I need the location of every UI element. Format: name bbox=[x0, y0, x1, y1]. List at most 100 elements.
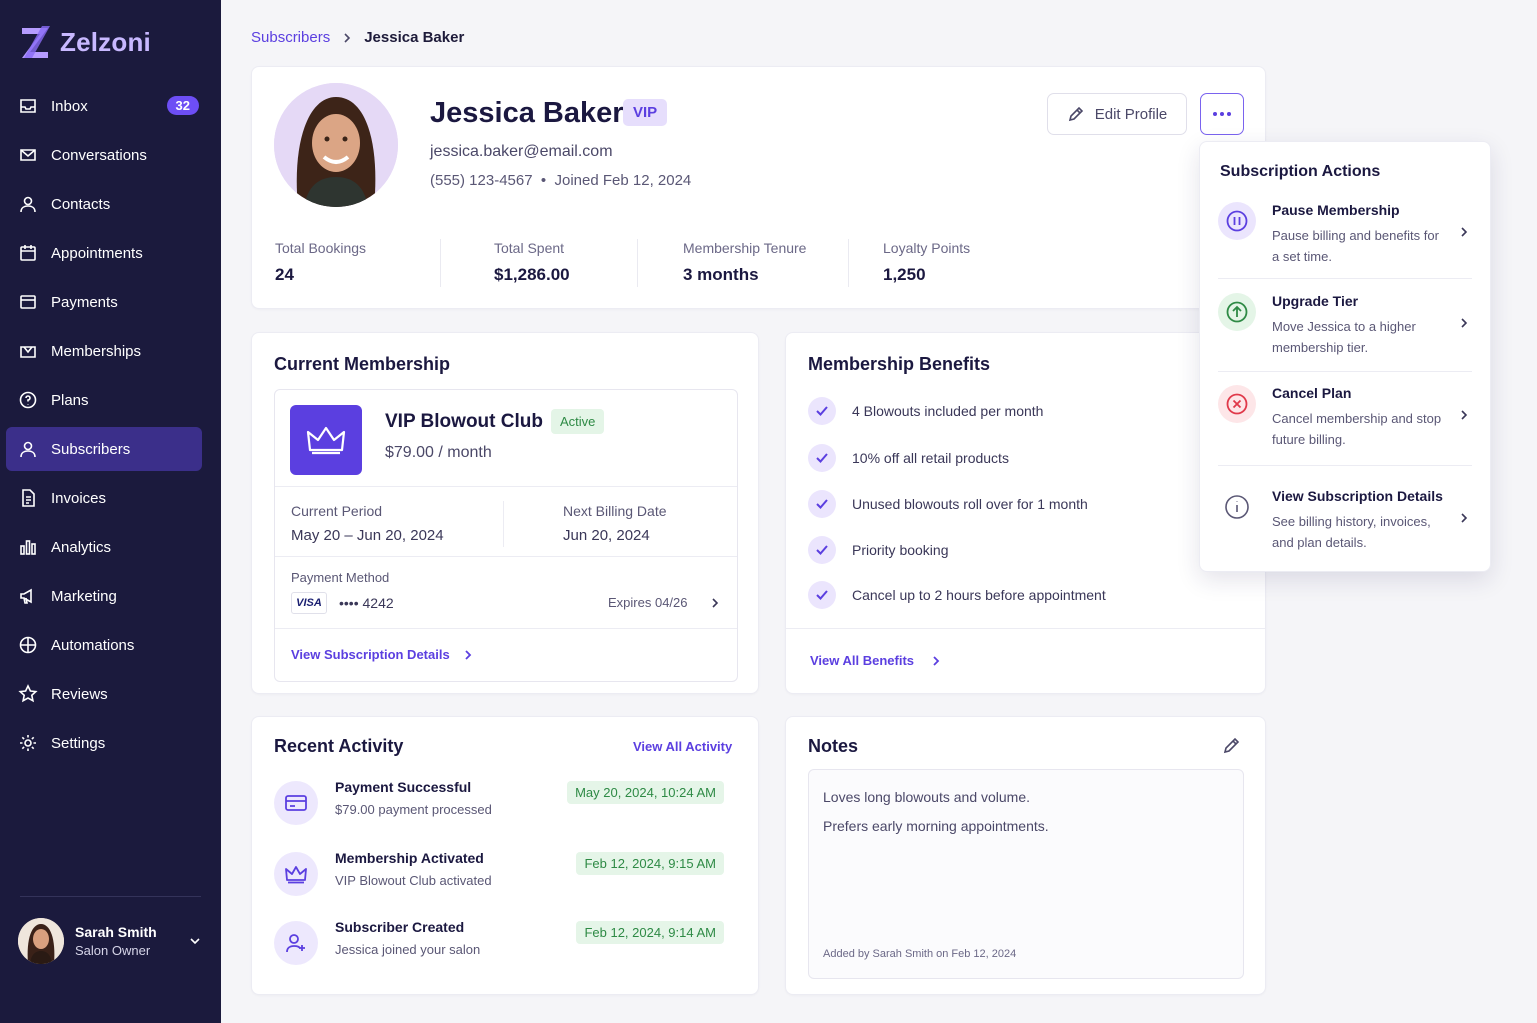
view-all-activity-link[interactable]: View All Activity bbox=[633, 739, 732, 754]
user-avatar-icon bbox=[18, 918, 64, 964]
activity-timestamp: Feb 12, 2024, 9:15 AM bbox=[576, 852, 724, 875]
edit-profile-label: Edit Profile bbox=[1094, 105, 1168, 123]
plan-name: VIP Blowout Club bbox=[385, 411, 543, 432]
pencil-icon bbox=[1068, 106, 1083, 122]
benefit-text: 4 Blowouts included per month bbox=[852, 403, 1044, 419]
card-number: •••• 4242 bbox=[339, 595, 394, 611]
stat-total-bookings: Total Bookings 24 bbox=[275, 240, 366, 285]
contacts-icon bbox=[20, 196, 36, 213]
stat-label: Total Spent bbox=[494, 240, 565, 256]
arrow-up-icon bbox=[1218, 293, 1256, 331]
benefit-item: 10% off all retail products bbox=[808, 444, 1009, 472]
menu-item-upgrade-tier[interactable]: Upgrade Tier Move Jessica to a higher me… bbox=[1218, 293, 1472, 359]
stat-loyalty-points: Loyalty Points 1,250 bbox=[883, 240, 970, 285]
membership-benefits-card: Membership Benefits 4 Blowouts included … bbox=[785, 332, 1266, 694]
current-membership-card: Current Membership VIP Blowout Club Acti… bbox=[251, 332, 759, 694]
sidebar-item-label: Settings bbox=[51, 734, 106, 752]
benefit-item: Cancel up to 2 hours before appointment bbox=[808, 581, 1106, 609]
notes-content[interactable]: Loves long blowouts and volume. Prefers … bbox=[808, 769, 1244, 979]
sidebar-item-marketing[interactable]: Marketing bbox=[6, 574, 202, 618]
crown-icon bbox=[274, 852, 318, 896]
sidebar-item-label: Subscribers bbox=[51, 440, 131, 458]
sidebar-item-memberships[interactable]: Memberships bbox=[6, 329, 202, 373]
divider bbox=[275, 486, 737, 487]
user-role: Salon Owner bbox=[75, 943, 151, 958]
stat-value: 1,250 bbox=[883, 265, 926, 284]
view-subscription-details-link[interactable]: View Subscription Details bbox=[291, 647, 450, 662]
chevron-right-icon bbox=[933, 656, 940, 666]
sidebar-item-plans[interactable]: Plans bbox=[6, 378, 202, 422]
check-icon bbox=[808, 581, 836, 609]
menu-item-view-subscription-details[interactable]: View Subscription Details See billing hi… bbox=[1218, 488, 1472, 554]
sidebar-item-automations[interactable]: Automations bbox=[6, 623, 202, 667]
sidebar-item-payments[interactable]: Payments bbox=[6, 280, 202, 324]
pencil-icon[interactable] bbox=[1222, 735, 1242, 755]
activity-title: Subscriber Created bbox=[335, 919, 465, 935]
next-billing-value: Jun 20, 2024 bbox=[563, 527, 650, 544]
user-menu[interactable]: Sarah Smith Salon Owner bbox=[18, 918, 202, 964]
stat-total-spent: Total Spent $1,286.00 bbox=[494, 240, 570, 285]
chevron-right-icon bbox=[1461, 227, 1468, 237]
avatar bbox=[274, 83, 398, 207]
pause-icon bbox=[1218, 202, 1256, 240]
menu-item-pause-membership[interactable]: Pause Membership Pause billing and benef… bbox=[1218, 202, 1472, 268]
sidebar-item-label: Plans bbox=[51, 391, 89, 409]
section-title: Notes bbox=[808, 736, 859, 756]
chevron-right-icon[interactable] bbox=[709, 597, 721, 609]
breadcrumb-subscribers-link[interactable]: Subscribers bbox=[251, 29, 330, 46]
benefit-text: Unused blowouts roll over for 1 month bbox=[852, 496, 1088, 512]
sidebar-item-label: Conversations bbox=[51, 146, 147, 164]
divider bbox=[1218, 465, 1472, 466]
inbox-count-badge: 32 bbox=[166, 96, 199, 115]
sidebar-item-inbox[interactable]: Inbox 32 bbox=[6, 84, 202, 128]
divider bbox=[1218, 371, 1472, 372]
check-icon bbox=[808, 490, 836, 518]
card-expiry: Expires 04/26 bbox=[608, 595, 688, 610]
sidebar-item-invoices[interactable]: Invoices bbox=[6, 476, 202, 520]
benefit-item: Unused blowouts roll over for 1 month bbox=[808, 490, 1088, 518]
automations-icon bbox=[19, 636, 37, 654]
check-icon bbox=[808, 444, 836, 472]
chevron-down-icon bbox=[190, 938, 200, 945]
calendar-icon bbox=[20, 245, 36, 261]
sidebar-item-conversations[interactable]: Conversations bbox=[6, 133, 202, 177]
sidebar-item-contacts[interactable]: Contacts bbox=[6, 182, 202, 226]
payment-method-label: Payment Method bbox=[291, 570, 390, 585]
view-all-benefits-link[interactable]: View All Benefits bbox=[810, 653, 914, 668]
edit-profile-button[interactable]: Edit Profile bbox=[1047, 93, 1187, 135]
sidebar-item-appointments[interactable]: Appointments bbox=[6, 231, 202, 275]
app-logo[interactable]: Zelzoni bbox=[20, 24, 151, 60]
invoices-icon bbox=[22, 489, 35, 507]
menu-item-label: Pause Membership bbox=[1272, 202, 1400, 218]
activity-subtitle: VIP Blowout Club activated bbox=[335, 873, 492, 888]
chevron-right-icon bbox=[1461, 318, 1468, 328]
activity-subtitle: Jessica joined your salon bbox=[335, 942, 481, 957]
section-title: Membership Benefits bbox=[808, 354, 991, 374]
benefit-item: 4 Blowouts included per month bbox=[808, 397, 1043, 425]
sidebar-item-reviews[interactable]: Reviews bbox=[6, 672, 202, 716]
divider bbox=[786, 628, 1265, 629]
divider bbox=[275, 628, 737, 629]
membership-details-box: VIP Blowout Club Active $79.00 / month C… bbox=[274, 389, 738, 682]
current-period-label: Current Period bbox=[291, 503, 383, 519]
menu-item-cancel-plan[interactable]: Cancel Plan Cancel membership and stop f… bbox=[1218, 385, 1472, 451]
gear-icon bbox=[20, 735, 36, 751]
current-period-value: May 20 – Jun 20, 2024 bbox=[291, 527, 444, 544]
avatar bbox=[18, 918, 64, 964]
sidebar-item-subscribers[interactable]: Subscribers bbox=[6, 427, 202, 471]
activity-title: Membership Activated bbox=[335, 850, 484, 866]
stat-label: Loyalty Points bbox=[883, 240, 971, 256]
zelzoni-logo-icon bbox=[22, 26, 50, 58]
menu-item-description: Cancel membership and stop future billin… bbox=[1272, 411, 1442, 447]
stat-membership-tenure: Membership Tenure 3 months bbox=[683, 240, 806, 285]
profile-card: Jessica Baker VIP jessica.baker@email.co… bbox=[251, 66, 1266, 309]
sidebar-item-label: Inbox bbox=[51, 97, 88, 115]
sidebar-item-analytics[interactable]: Analytics bbox=[6, 525, 202, 569]
stat-label: Membership Tenure bbox=[683, 240, 807, 256]
benefit-text: 10% off all retail products bbox=[852, 450, 1009, 466]
marketing-icon bbox=[20, 588, 32, 604]
subscriber-meta: (555) 123-4567 • Joined Feb 12, 2024 bbox=[430, 172, 692, 189]
more-actions-button[interactable] bbox=[1200, 93, 1244, 135]
sidebar-item-settings[interactable]: Settings bbox=[6, 721, 202, 765]
sidebar-item-label: Reviews bbox=[51, 685, 108, 703]
